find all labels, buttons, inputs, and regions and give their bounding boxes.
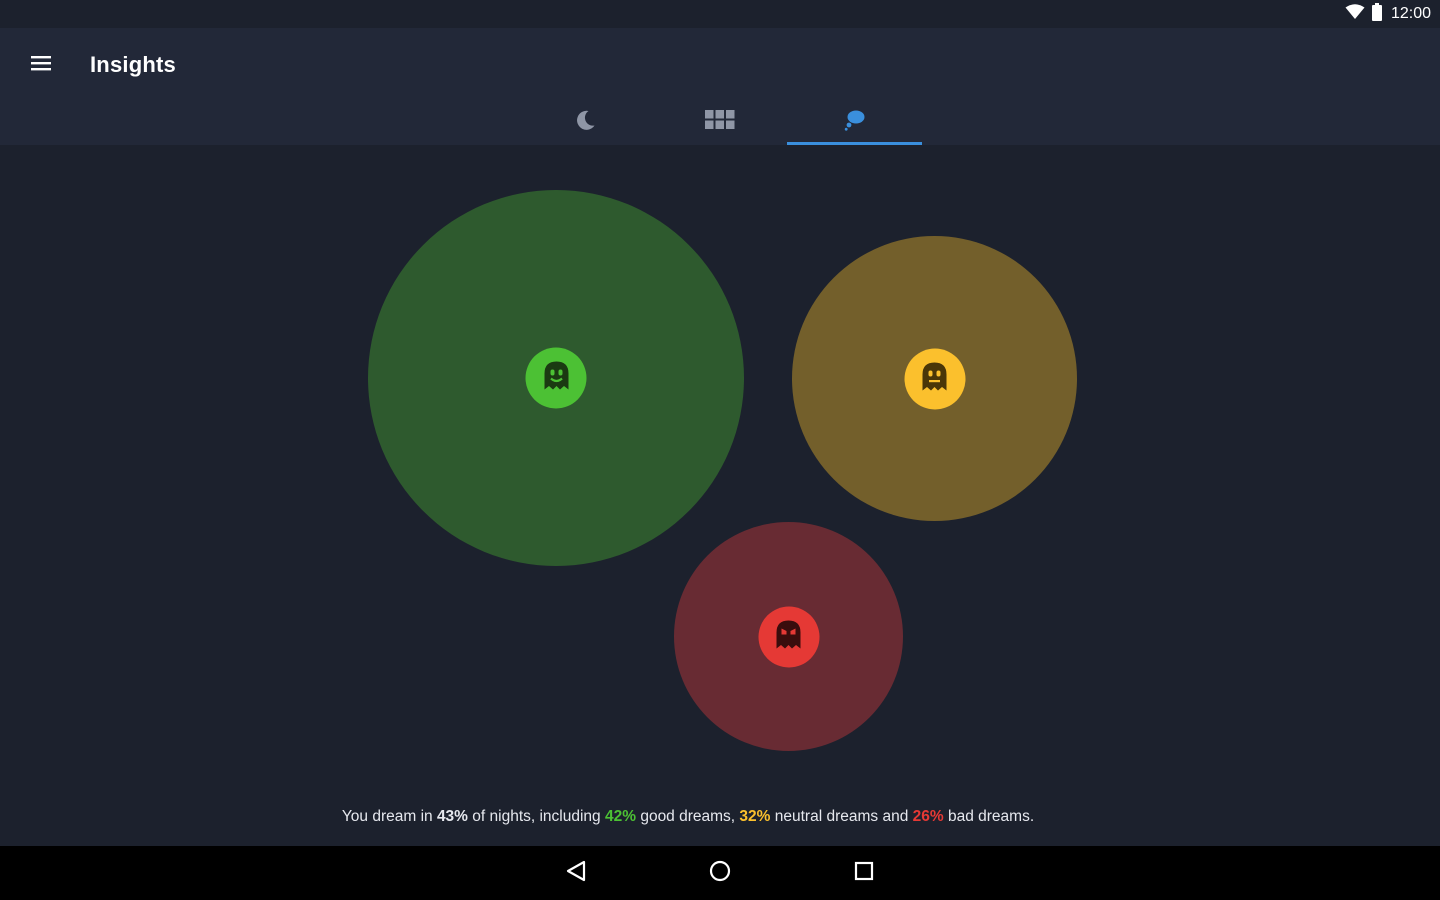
tab-dreams[interactable]: [787, 100, 922, 145]
wifi-icon: [1345, 3, 1365, 25]
summary-prefix: You dream in: [341, 808, 437, 825]
home-icon: [708, 859, 732, 888]
summary-part3: neutral dreams and: [770, 808, 913, 825]
hamburger-menu-icon: [30, 54, 52, 77]
good-dreams-badge: [525, 347, 587, 409]
status-bar: 12:00: [0, 0, 1440, 28]
tab-bar: [517, 100, 923, 145]
recents-button[interactable]: [848, 857, 880, 889]
status-time: 12:00: [1390, 5, 1431, 22]
navigation-bar: [0, 846, 1440, 900]
app-bar: Insights: [0, 28, 1440, 145]
bad-dreams-bubble: [674, 522, 903, 751]
happy-ghost-icon: [541, 360, 571, 397]
dream-rate-value: 43%: [436, 808, 468, 825]
back-button[interactable]: [560, 857, 592, 889]
recents-icon: [853, 860, 875, 887]
bad-dreams-badge: [758, 606, 819, 667]
dream-cloud-icon: [843, 108, 867, 137]
moon-icon: [573, 108, 597, 137]
grid-icon: [704, 110, 735, 135]
menu-button[interactable]: [24, 50, 58, 80]
tab-overview[interactable]: [652, 100, 787, 145]
dream-summary: You dream in 43% of nights, including 42…: [0, 808, 1376, 826]
summary-suffix: bad dreams.: [943, 808, 1035, 825]
neutral-dreams-percent: 32%: [739, 808, 771, 825]
summary-part2: good dreams,: [636, 808, 740, 825]
summary-part1: of nights, including: [467, 808, 605, 825]
good-dreams-percent: 42%: [604, 808, 637, 825]
neutral-dreams-badge: [904, 348, 965, 409]
neutral-dreams-bubble: [792, 236, 1077, 521]
tab-sleep[interactable]: [517, 100, 652, 145]
angry-ghost-icon: [774, 618, 804, 655]
home-button[interactable]: [704, 857, 736, 889]
good-dreams-bubble: [368, 190, 744, 566]
neutral-ghost-icon: [920, 360, 950, 397]
bad-dreams-percent: 26%: [912, 808, 944, 825]
battery-icon: [1371, 2, 1383, 26]
page-title: Insights: [90, 52, 176, 77]
back-icon: [565, 859, 587, 888]
selected-tab-indicator: [787, 142, 922, 145]
